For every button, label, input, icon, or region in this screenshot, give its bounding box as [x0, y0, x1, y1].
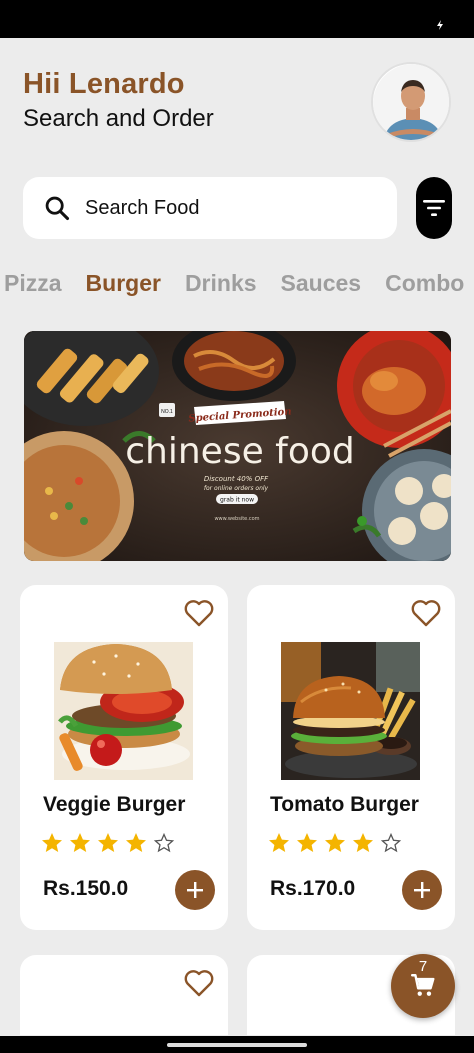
rating-stars [267, 831, 407, 855]
tab-combo[interactable]: Combo [385, 270, 464, 300]
filter-icon [423, 200, 445, 216]
banner-note: for online orders only [204, 485, 269, 492]
star-filled-icon [126, 833, 146, 852]
star-filled-icon [325, 833, 345, 852]
avatar[interactable] [371, 62, 451, 142]
greeting-header: Hii Lenardo Search and Order [23, 68, 214, 133]
user-avatar-icon [373, 64, 449, 140]
star-outline-icon [153, 832, 175, 853]
product-card[interactable]: Tomato Burger Rs.170.0 [247, 585, 455, 930]
product-price: Rs.150.0 [43, 877, 129, 900]
category-tabs: Pizza Burger Drinks Sauces Combo [4, 270, 474, 300]
star-filled-icon [42, 833, 62, 852]
banner-title: chinese food [125, 431, 355, 472]
star-filled-icon [297, 833, 317, 852]
promo-banner-image: NO.1 Special Promotion chinese food Disc… [24, 331, 451, 561]
status-bar [0, 0, 474, 38]
banner-tag: NO.1 [161, 409, 173, 415]
star-filled-icon [353, 833, 373, 852]
veggie-burger-image [54, 642, 193, 780]
charging-icon [437, 20, 443, 30]
star-filled-icon [98, 833, 118, 852]
tab-burger[interactable]: Burger [86, 270, 161, 300]
banner-cta: grab it now [220, 497, 254, 504]
tab-pizza[interactable]: Pizza [4, 270, 62, 300]
star-filled-icon [70, 833, 90, 852]
greeting-subtitle: Search and Order [23, 105, 214, 132]
filter-button[interactable] [416, 177, 452, 239]
star-outline-icon [380, 832, 402, 853]
product-name: Veggie Burger [43, 793, 186, 816]
add-to-cart-button[interactable] [175, 870, 215, 910]
promo-banner[interactable]: NO.1 Special Promotion chinese food Disc… [24, 331, 451, 561]
cart-icon [410, 974, 435, 996]
heart-icon[interactable] [184, 969, 214, 997]
add-to-cart-button[interactable] [402, 870, 442, 910]
product-name: Tomato Burger [270, 793, 419, 816]
tomato-burger-image [281, 642, 420, 780]
home-handle[interactable] [167, 1043, 307, 1047]
banner-discount: Discount 40% OFF [204, 475, 269, 483]
tab-sauces[interactable]: Sauces [281, 270, 362, 300]
cart-button[interactable]: 7 [391, 954, 455, 1018]
plus-icon [414, 882, 430, 898]
search-input[interactable] [85, 196, 365, 220]
product-price: Rs.170.0 [270, 877, 356, 900]
tab-drinks[interactable]: Drinks [185, 270, 257, 300]
greeting-title: Hii Lenardo [23, 68, 185, 100]
product-card[interactable]: Veggie Burger Rs.150.0 [20, 585, 228, 930]
search-icon [45, 196, 70, 221]
rating-stars [40, 831, 180, 855]
product-card[interactable] [20, 955, 228, 1035]
heart-icon[interactable] [184, 599, 214, 627]
star-filled-icon [269, 833, 289, 852]
system-nav-bar [0, 1036, 474, 1053]
plus-icon [187, 882, 203, 898]
banner-fine-print: www.website.com [214, 516, 259, 522]
search-bar[interactable] [23, 177, 397, 239]
heart-icon[interactable] [411, 599, 441, 627]
